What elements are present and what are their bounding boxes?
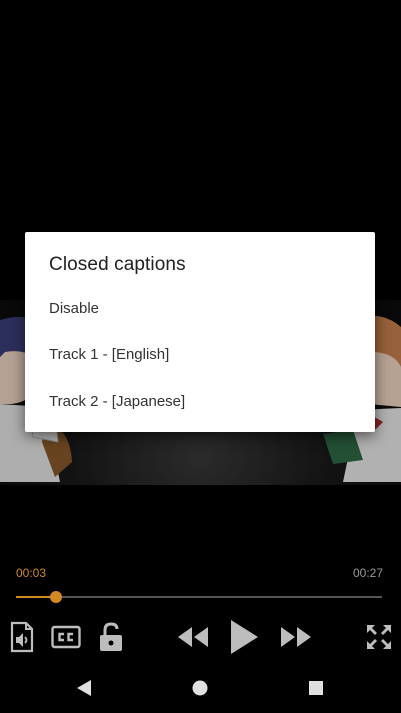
seek-bar[interactable]: [16, 596, 382, 598]
dialog-title: Closed captions: [49, 254, 186, 275]
current-time: 00:03: [16, 566, 47, 580]
caption-option-track-2[interactable]: Track 2 - [Japanese]: [49, 393, 185, 410]
unlock-icon: [100, 622, 122, 651]
duration-time: 00:27: [352, 566, 383, 580]
recents-icon[interactable]: [307, 678, 325, 698]
fullscreen-button[interactable]: [363, 620, 395, 654]
captions-button[interactable]: [50, 620, 82, 654]
caption-option-track-1[interactable]: Track 1 - [English]: [49, 346, 169, 363]
fullscreen-icon: [367, 625, 391, 649]
back-icon[interactable]: [75, 678, 93, 698]
closed-captions-dialog: Closed captions Disable Track 1 - [Engli…: [25, 232, 375, 432]
closed-captions-icon: [51, 625, 81, 649]
lock-button[interactable]: [96, 620, 126, 654]
home-icon[interactable]: [191, 678, 209, 698]
video-player-screen: Closed captions Disable Track 1 - [Engli…: [0, 0, 401, 713]
caption-option-disable[interactable]: Disable: [49, 300, 99, 317]
fast-forward-button[interactable]: [278, 620, 314, 654]
rewind-icon: [178, 627, 208, 647]
play-button[interactable]: [225, 616, 263, 658]
audio-file-icon: [10, 621, 34, 653]
play-icon: [231, 620, 258, 654]
audio-track-button[interactable]: [8, 620, 36, 654]
fast-forward-icon: [281, 627, 311, 647]
rewind-button[interactable]: [175, 620, 211, 654]
